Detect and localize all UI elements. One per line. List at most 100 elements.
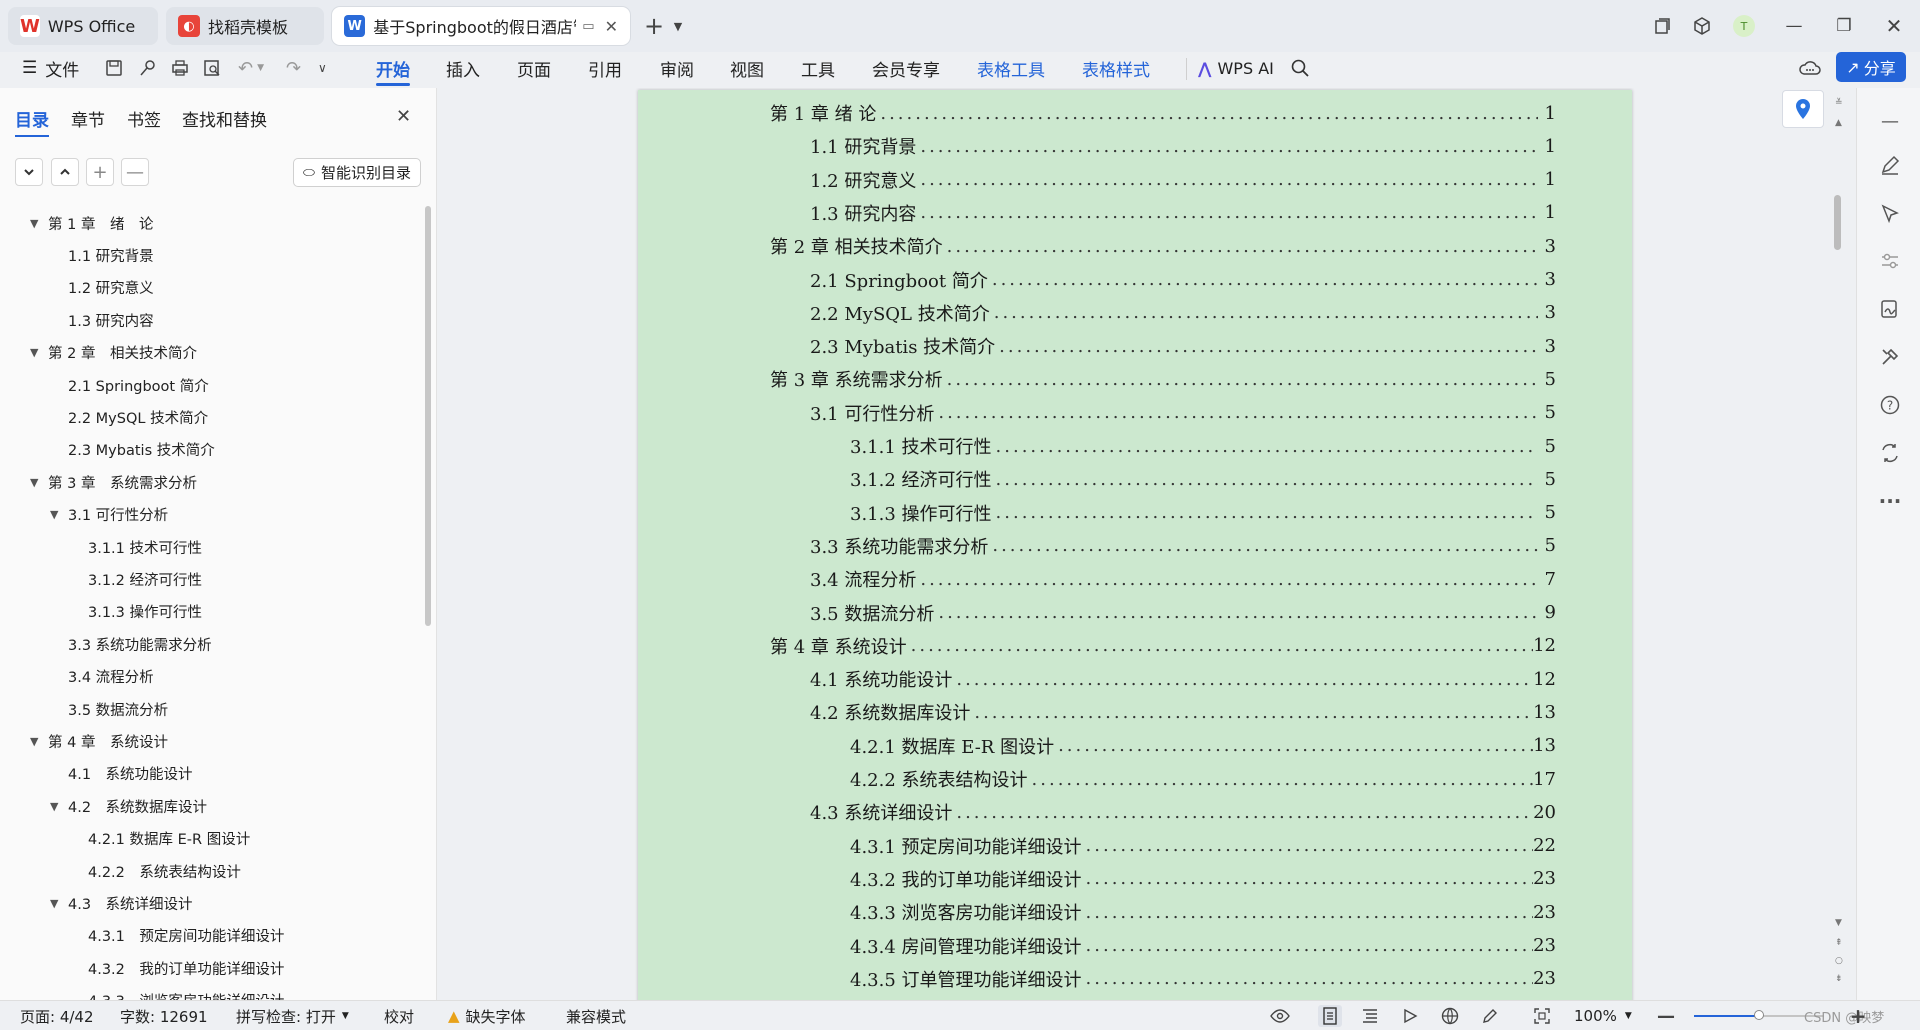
toc-tree-item[interactable]: 1.3 研究内容 — [68, 307, 154, 333]
page-indicator[interactable]: 页面: 4/42 — [20, 1006, 94, 1026]
smart-toc-button[interactable]: ⬭ 智能识别目录 — [293, 158, 421, 187]
caret-down-icon[interactable]: ▼ — [30, 735, 38, 748]
doc-toc-line[interactable]: 1.2 研究意义................................… — [810, 165, 1556, 195]
doc-toc-line[interactable]: 3.1.1 技术可行性.............................… — [850, 431, 1556, 461]
page-view-icon[interactable] — [1318, 1005, 1342, 1027]
more-quick-access-icon[interactable]: ∨ — [318, 54, 327, 82]
cube-icon[interactable] — [1688, 12, 1716, 40]
nav-tab-find-replace[interactable]: 查找和替换 — [182, 106, 267, 131]
toc-tree-item[interactable]: 3.4 流程分析 — [68, 664, 154, 690]
doc-toc-line[interactable]: 4.3 系统详细设计..............................… — [810, 797, 1556, 827]
toc-tree-item[interactable]: ▼ 第 1 章 绪 论 — [30, 210, 153, 236]
ribbon-tab-review[interactable]: 审阅 — [660, 56, 694, 82]
doc-toc-line[interactable]: 第 3 章 系统需求分析............................… — [770, 364, 1556, 394]
doc-toc-line[interactable]: 3.1 可行性分析...............................… — [810, 398, 1556, 428]
file-menu-button[interactable]: ☰ 文件 — [22, 54, 79, 82]
spell-check-toggle[interactable]: 拼写检查: 打开 ▼ — [236, 1006, 349, 1026]
doc-toc-line[interactable]: 3.1.2 经济可行性.............................… — [850, 464, 1556, 494]
tools-icon[interactable] — [1875, 342, 1905, 372]
nav-scrollbar[interactable] — [425, 206, 431, 626]
missing-font-button[interactable]: ▲ 缺失字体 — [448, 1006, 526, 1026]
toc-tree-item[interactable]: 4.3.3 浏览客房功能详细设计 — [88, 988, 284, 1000]
location-pin-button[interactable] — [1782, 90, 1824, 128]
tab-docer-templates[interactable]: ◐ 找稻壳模板 — [166, 7, 324, 45]
scroll-collapse-icon[interactable]: ≚ — [1835, 98, 1843, 108]
ribbon-tab-home[interactable]: 开始 — [376, 56, 410, 86]
doc-toc-line[interactable]: 4.3.5 订单管理功能详细设计........................… — [850, 964, 1556, 994]
tab-wps-office[interactable]: W WPS Office — [8, 7, 158, 45]
outline-view-icon[interactable] — [1358, 1005, 1382, 1027]
search-icon[interactable] — [1290, 54, 1310, 82]
caret-down-icon[interactable]: ▼ — [30, 346, 38, 359]
scrollbar-thumb[interactable] — [1834, 195, 1841, 250]
ribbon-tab-tools[interactable]: 工具 — [801, 56, 835, 82]
toc-tree-item[interactable]: ▼ 4.2 系统数据库设计 — [50, 793, 207, 819]
fit-page-icon[interactable] — [1530, 1005, 1554, 1027]
scroll-down-arrow-icon[interactable]: ▼ — [1835, 918, 1842, 928]
close-tab-icon[interactable]: ✕ — [605, 17, 618, 36]
toc-tree-item[interactable]: 4.3.2 我的订单功能详细设计 — [88, 955, 284, 981]
toc-tree-item[interactable]: ▼ 第 2 章 相关技术简介 — [30, 340, 197, 366]
toc-tree-item[interactable]: 3.3 系统功能需求分析 — [68, 631, 212, 657]
doc-toc-line[interactable]: 3.5 数据流分析...............................… — [810, 598, 1556, 628]
toc-tree-item[interactable]: ▼ 第 3 章 系统需求分析 — [30, 469, 197, 495]
caret-down-icon[interactable]: ▼ — [50, 800, 58, 813]
tab-current-document[interactable]: W 基于Springboot的假日酒店管 ▭ ✕ — [332, 7, 630, 45]
toc-tree-item[interactable]: ▼ 第 4 章 系统设计 — [30, 728, 168, 754]
translate-icon[interactable] — [1875, 438, 1905, 468]
more-options-icon[interactable]: ··· — [1875, 486, 1905, 516]
doc-toc-line[interactable]: 3.4 流程分析................................… — [810, 564, 1556, 594]
doc-toc-line[interactable]: 4.1 系统功能设计..............................… — [810, 664, 1556, 694]
signature-icon[interactable] — [1875, 294, 1905, 324]
toc-tree-item[interactable]: 1.1 研究背景 — [68, 242, 154, 268]
caret-down-icon[interactable]: ▼ — [50, 897, 58, 910]
doc-toc-line[interactable]: 4.2.2 系统表结构设计...........................… — [850, 764, 1556, 794]
doc-toc-line[interactable]: 2.3 Mybatis 技术简介........................… — [810, 331, 1556, 361]
avatar[interactable]: T — [1730, 12, 1758, 40]
window-layout-icon[interactable] — [1648, 12, 1676, 40]
collapse-sidebar-icon[interactable]: — — [1875, 106, 1905, 136]
doc-toc-line[interactable]: 4.3.3 浏览客房功能详细设计........................… — [850, 897, 1556, 927]
prev-page-icon[interactable]: ⇞ — [1835, 938, 1843, 948]
toc-tree-item[interactable]: 3.1.2 经济可行性 — [88, 566, 202, 592]
help-icon[interactable]: ? — [1875, 390, 1905, 420]
remove-heading-button[interactable]: — — [121, 158, 149, 186]
doc-toc-line[interactable]: 2.1 Springboot 简介.......................… — [810, 265, 1556, 295]
select-browse-icon[interactable]: ○ — [1835, 956, 1843, 966]
doc-toc-line[interactable]: 4.3.4 房间管理功能详细设计........................… — [850, 931, 1556, 961]
collapse-up-button[interactable] — [51, 158, 79, 186]
doc-toc-line[interactable]: 第 2 章 相关技术简介............................… — [770, 231, 1556, 261]
toc-tree-item[interactable]: 4.3.1 预定房间功能详细设计 — [88, 923, 284, 949]
caret-down-icon[interactable]: ▼ — [50, 508, 58, 521]
doc-toc-line[interactable]: 1.3 研究内容................................… — [810, 198, 1556, 228]
nav-tab-toc[interactable]: 目录 — [15, 106, 49, 137]
doc-toc-line[interactable]: 3.1.3 操作可行性.............................… — [850, 498, 1556, 528]
next-page-icon[interactable]: ⇟ — [1835, 974, 1843, 984]
ribbon-tab-references[interactable]: 引用 — [588, 56, 622, 82]
toc-tree-item[interactable]: ▼ 3.1 可行性分析 — [50, 502, 168, 528]
toc-tree-item[interactable]: 4.1 系统功能设计 — [68, 761, 193, 787]
tab-list-dropdown-icon[interactable]: ▼ — [664, 12, 692, 40]
eye-protection-icon[interactable] — [1268, 1005, 1292, 1027]
adjust-sliders-icon[interactable] — [1875, 246, 1905, 276]
doc-toc-line[interactable]: 4.3.2 我的订单功能详细设计........................… — [850, 864, 1556, 894]
ribbon-tab-member[interactable]: 会员专享 — [872, 56, 940, 82]
doc-toc-line[interactable]: 4.2.1 数据库 E-R 图设计.......................… — [850, 731, 1556, 761]
word-count[interactable]: 字数: 12691 — [120, 1006, 208, 1026]
doc-toc-line[interactable]: 4.3.1 预定房间功能详细设计........................… — [850, 831, 1556, 861]
web-view-icon[interactable] — [1438, 1005, 1462, 1027]
toc-tree-item[interactable]: 2.1 Springboot 简介 — [68, 372, 209, 398]
toc-tree-item[interactable]: 3.1.3 操作可行性 — [88, 599, 202, 625]
doc-toc-line[interactable]: 第 1 章 绪 论...............................… — [770, 98, 1556, 128]
proofread-button[interactable]: 校对 — [384, 1006, 414, 1026]
toc-tree-item[interactable]: 4.2.2 系统表结构设计 — [88, 858, 241, 884]
toc-tree-item[interactable]: ▼ 4.3 系统详细设计 — [50, 890, 193, 916]
doc-toc-line[interactable]: 4.2 系统数据库设计.............................… — [810, 697, 1556, 727]
ribbon-tab-view[interactable]: 视图 — [730, 56, 764, 82]
select-cursor-icon[interactable] — [1875, 198, 1905, 228]
undo-icon[interactable]: ↶ ▼ — [238, 54, 264, 82]
play-icon[interactable] — [1398, 1005, 1422, 1027]
nav-tab-chapters[interactable]: 章节 — [71, 106, 105, 131]
toc-tree-item[interactable]: 1.2 研究意义 — [68, 275, 154, 301]
close-window-icon[interactable]: ✕ — [1880, 12, 1908, 40]
